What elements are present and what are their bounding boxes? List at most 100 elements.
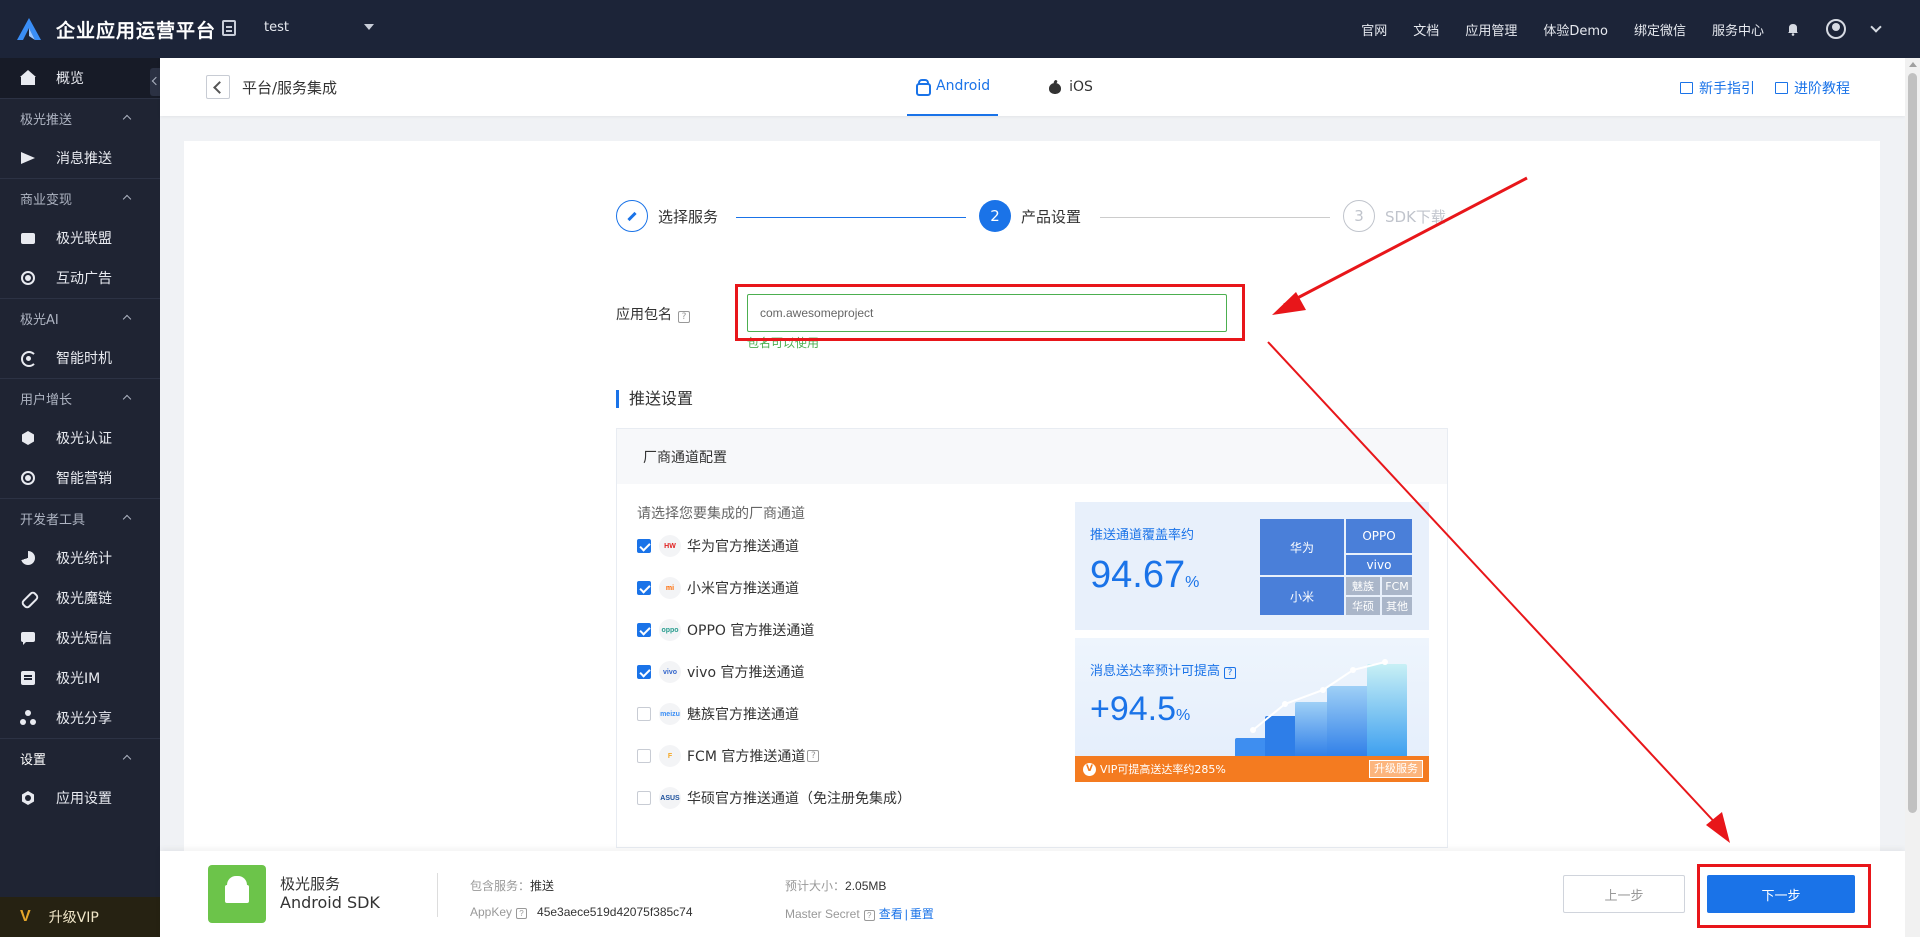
nav-service-center[interactable]: 服务中心 xyxy=(1712,20,1764,39)
sidebar-item-sms[interactable]: 极光短信 xyxy=(0,618,160,658)
sidebar-group-push[interactable]: 极光推送 xyxy=(0,98,160,138)
book-icon xyxy=(1680,82,1693,94)
tab-ios[interactable]: iOS xyxy=(1040,58,1101,116)
nav-bind-wechat[interactable]: 绑定微信 xyxy=(1634,20,1686,39)
home-icon xyxy=(20,70,36,86)
coverage-number: 94.67 xyxy=(1090,554,1186,596)
help-icon[interactable]: ? xyxy=(516,908,528,919)
step-number: 2 xyxy=(979,200,1011,232)
sidebar-item-overview[interactable]: 概览 xyxy=(0,58,160,98)
step-connector xyxy=(1100,217,1330,218)
group-title: 极光推送 xyxy=(20,113,73,128)
nav-app-management[interactable]: 应用管理 xyxy=(1465,20,1517,39)
sidebar-item-share[interactable]: 极光分享 xyxy=(0,698,160,738)
checkbox[interactable] xyxy=(637,791,651,805)
edit-icon xyxy=(616,200,648,232)
sidebar-item-alliance[interactable]: 极光联盟 xyxy=(0,218,160,258)
page-scrollbar[interactable] xyxy=(1905,58,1920,937)
trend-icon xyxy=(1775,82,1788,94)
advanced-tutorial-link[interactable]: 进阶教程 xyxy=(1775,78,1850,98)
vendor-oppo[interactable]: oppo OPPO 官方推送通道 xyxy=(637,619,814,641)
beginner-guide-link[interactable]: 新手指引 xyxy=(1680,78,1755,98)
tab-label: Android xyxy=(936,78,991,94)
group-title: 商业变现 xyxy=(20,193,73,208)
upgrade-vip-button[interactable]: V 升级VIP xyxy=(0,897,160,937)
sidebar-item-analytics[interactable]: 极光统计 xyxy=(0,538,160,578)
sidebar-item-message-push[interactable]: 消息推送 xyxy=(0,138,160,178)
sidebar-item-im[interactable]: 极光IM xyxy=(0,658,160,698)
caret-down-icon xyxy=(364,24,374,30)
collapse-sidebar-icon[interactable] xyxy=(150,68,160,96)
sidebar-item-label: 极光认证 xyxy=(56,431,112,447)
vendor-fcm[interactable]: F FCM 官方推送通道? xyxy=(637,745,820,767)
push-settings-title: 推送设置 xyxy=(616,390,693,408)
kv-label: Master Secret xyxy=(785,907,860,921)
sidebar-item-deeplink[interactable]: 极光魔链 xyxy=(0,578,160,618)
step-label: SDK下载 xyxy=(1385,207,1446,226)
sidebar-group-settings[interactable]: 设置 xyxy=(0,738,160,778)
coverage-value: 94.67% xyxy=(1090,554,1199,597)
xiaomi-logo-icon: mi xyxy=(659,577,681,599)
help-icon[interactable]: ? xyxy=(678,311,690,323)
sidebar-item-smart-timing[interactable]: 智能时机 xyxy=(0,338,160,378)
scroll-up-icon[interactable] xyxy=(1909,62,1917,67)
nav-demo[interactable]: 体验Demo xyxy=(1543,20,1608,39)
chevron-down-icon[interactable] xyxy=(1870,21,1882,33)
vendor-huawei[interactable]: HW 华为官方推送通道 xyxy=(637,535,799,557)
sidebar-group-devtools[interactable]: 开发者工具 xyxy=(0,498,160,538)
link-separator: | xyxy=(904,907,908,921)
treemap-huawei: 华为 xyxy=(1259,518,1345,576)
included-services: 包含服务：推送 xyxy=(470,877,554,894)
ai-icon xyxy=(20,350,37,367)
checkbox[interactable] xyxy=(637,707,651,721)
checkbox-checked[interactable] xyxy=(637,539,651,553)
sidebar-item-label: 互动广告 xyxy=(56,271,112,287)
step-select-service[interactable]: 选择服务 xyxy=(616,200,718,232)
vip-badge-icon: V xyxy=(1083,762,1096,776)
estimated-size: 预计大小：2.05MB xyxy=(785,877,886,894)
checkbox-checked[interactable] xyxy=(637,581,651,595)
nav-docs[interactable]: 文档 xyxy=(1413,20,1439,39)
sidebar-group-monetization[interactable]: 商业变现 xyxy=(0,178,160,218)
link-label: 进阶教程 xyxy=(1794,81,1850,97)
help-icon[interactable]: ? xyxy=(807,750,820,762)
tab-android[interactable]: Android xyxy=(907,58,999,116)
vendor-xiaomi[interactable]: mi 小米官方推送通道 xyxy=(637,577,799,599)
chevron-up-icon xyxy=(122,114,132,124)
bell-icon[interactable] xyxy=(1786,22,1800,36)
sidebar-item-app-settings[interactable]: 应用设置 xyxy=(0,778,160,818)
nav-official-site[interactable]: 官网 xyxy=(1361,20,1387,39)
app-selector[interactable]: test xyxy=(264,20,374,35)
vendor-label: 魅族官方推送通道 xyxy=(687,707,799,723)
back-icon[interactable] xyxy=(206,75,230,99)
user-avatar-icon[interactable] xyxy=(1826,19,1846,39)
trend-line-icon xyxy=(1250,659,1388,733)
help-icon[interactable]: ? xyxy=(863,910,875,921)
vendor-asus[interactable]: ASUS 华硕官方推送通道（免注册免集成） xyxy=(637,787,911,809)
scrollbar-thumb[interactable] xyxy=(1908,73,1917,813)
wallet-icon xyxy=(20,230,36,246)
upgrade-service-button[interactable]: 升级服务 xyxy=(1369,760,1423,778)
checkbox-checked[interactable] xyxy=(637,665,651,679)
link-icon xyxy=(20,590,36,606)
sidebar-item-interactive-ads[interactable]: 互动广告 xyxy=(0,258,160,298)
previous-step-button[interactable]: 上一步 xyxy=(1563,875,1685,913)
gear-icon xyxy=(20,790,36,806)
sidebar-group-ai[interactable]: 极光AI xyxy=(0,298,160,338)
kv-label: 预计大小： xyxy=(785,879,846,893)
view-secret-link[interactable]: 查看 xyxy=(879,907,903,921)
sidebar-item-smart-marketing[interactable]: 智能营销 xyxy=(0,458,160,498)
target-icon xyxy=(20,470,36,486)
brand[interactable]: 企业应用运营平台 xyxy=(14,14,216,44)
treemap-vivo: vivo xyxy=(1345,554,1413,576)
sidebar-group-growth[interactable]: 用户增长 xyxy=(0,378,160,418)
tab-label: iOS xyxy=(1069,79,1093,95)
sidebar-item-verification[interactable]: 极光认证 xyxy=(0,418,160,458)
kv-value: 推送 xyxy=(530,879,555,893)
reset-secret-link[interactable]: 重置 xyxy=(910,907,934,921)
checkbox[interactable] xyxy=(637,749,651,763)
checkbox-checked[interactable] xyxy=(637,623,651,637)
vendor-meizu[interactable]: meizu 魅族官方推送通道 xyxy=(637,703,799,725)
vendor-vivo[interactable]: vivo vivo 官方推送通道 xyxy=(637,661,804,683)
top-bar: 企业应用运营平台 test 官网 文档 应用管理 体验Demo 绑定微信 服务中… xyxy=(0,0,1920,58)
